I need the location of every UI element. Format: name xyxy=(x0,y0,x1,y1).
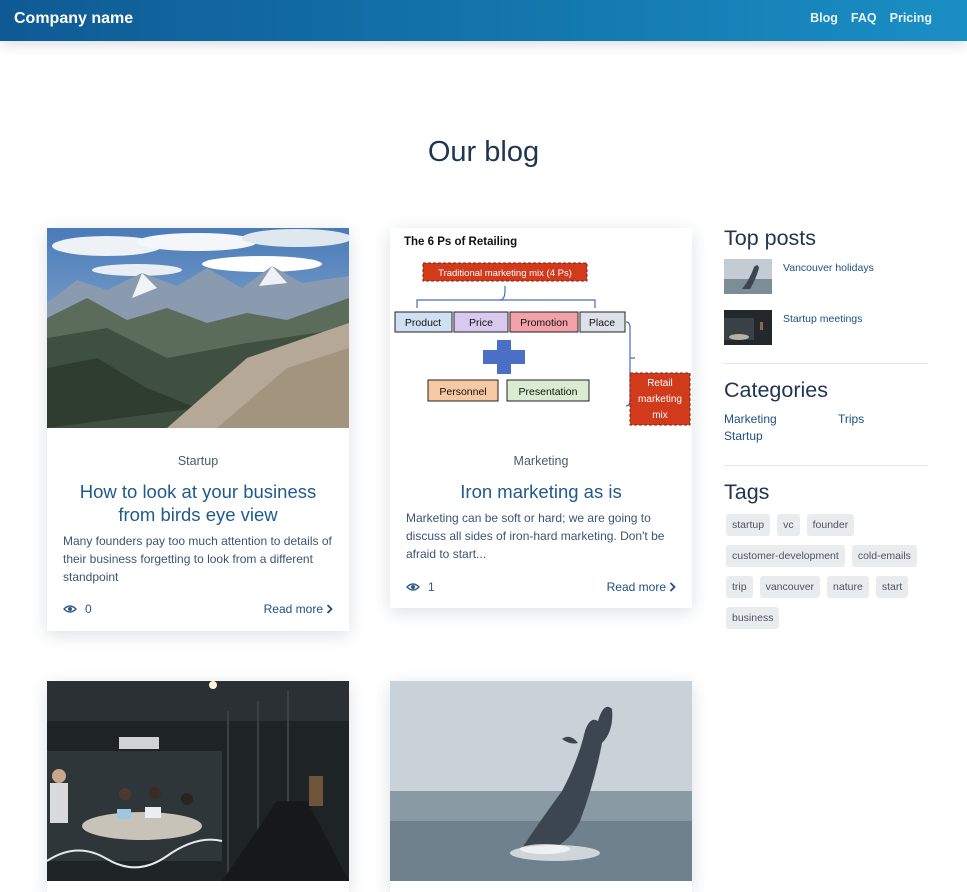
nav-link-blog[interactable]: Blog xyxy=(810,11,838,25)
divider xyxy=(724,363,928,364)
post-image-diagram[interactable]: The 6 Ps of Retailing Traditional market… xyxy=(390,228,692,428)
tag-start[interactable]: start xyxy=(875,576,909,598)
post-image-mountains[interactable] xyxy=(47,228,349,428)
nav-link-faq[interactable]: FAQ xyxy=(851,11,877,25)
nav-links: Blog FAQ Pricing xyxy=(810,11,932,25)
post-title[interactable]: Iron marketing as is xyxy=(406,480,676,503)
eye-icon xyxy=(63,605,77,613)
categories-heading: Categories xyxy=(724,378,828,402)
tag-startup[interactable]: startup xyxy=(726,514,771,536)
page-title: Our blog xyxy=(427,136,540,168)
read-more-link[interactable]: Read more xyxy=(607,580,676,594)
read-more-link[interactable]: Read more xyxy=(264,602,333,616)
blog-card: Startup How to look at your business fro… xyxy=(47,228,349,631)
tag-customer-development[interactable]: customer-development xyxy=(726,545,845,567)
top-post-item[interactable]: Vancouver holidays xyxy=(724,259,928,302)
whale-photo xyxy=(390,681,692,881)
eye-icon xyxy=(406,583,420,591)
blog-card xyxy=(390,681,692,892)
post-views: 0 xyxy=(63,602,92,616)
top-post-title[interactable]: Vancouver holidays xyxy=(783,262,874,274)
tag-nature[interactable]: nature xyxy=(827,576,869,598)
chevron-right-icon xyxy=(669,582,676,592)
category-link-startup[interactable]: Startup xyxy=(724,429,838,443)
brand-link[interactable]: Company name xyxy=(14,10,133,28)
diagram-product: Product xyxy=(405,317,441,329)
top-post-thumb-whale xyxy=(724,259,772,294)
blog-card: The 6 Ps of Retailing Traditional market… xyxy=(390,228,692,608)
diagram-personnel: Personnel xyxy=(439,386,486,398)
tag-cold-emails[interactable]: cold-emails xyxy=(851,545,917,567)
category-link-trips[interactable]: Trips xyxy=(838,412,928,426)
tag-vc[interactable]: vc xyxy=(777,514,800,536)
post-image-office[interactable] xyxy=(47,681,349,881)
diagram-price: Price xyxy=(469,317,493,329)
top-post-item[interactable]: Startup meetings xyxy=(724,310,928,353)
blog-card xyxy=(47,681,349,892)
post-category[interactable]: Startup xyxy=(63,454,333,468)
post-title[interactable]: How to look at your business from birds … xyxy=(63,480,333,526)
sidebar: Top posts Vancouver holidays Startup mee… xyxy=(724,226,928,629)
top-posts-heading: Top posts xyxy=(724,226,817,250)
post-excerpt: Many founders pay too much attention to … xyxy=(63,534,332,584)
category-link-marketing[interactable]: Marketing xyxy=(724,412,838,426)
tags-heading: Tags xyxy=(724,480,770,504)
views-count: 1 xyxy=(428,580,435,594)
post-image-whale[interactable] xyxy=(390,681,692,881)
top-navbar: Company name Blog FAQ Pricing xyxy=(0,0,967,41)
diagram-retail-3: mix xyxy=(652,410,668,421)
top-post-title[interactable]: Startup meetings xyxy=(783,313,862,325)
post-excerpt: Marketing can be soft or hard; we are go… xyxy=(406,511,665,561)
diagram-promotion: Promotion xyxy=(520,317,568,329)
views-count: 0 xyxy=(85,602,92,616)
divider xyxy=(724,465,928,466)
post-views: 1 xyxy=(406,580,435,594)
office-photo xyxy=(47,681,349,881)
chevron-right-icon xyxy=(326,604,333,614)
diagram-retail-1: Retail xyxy=(647,378,673,389)
read-more-label: Read more xyxy=(606,580,666,594)
tag-founder[interactable]: founder xyxy=(806,514,855,536)
tag-business[interactable]: business xyxy=(726,607,780,629)
tag-trip[interactable]: trip xyxy=(726,576,753,598)
read-more-label: Read more xyxy=(263,602,323,616)
mountain-photo xyxy=(47,228,349,428)
tag-vancouver[interactable]: vancouver xyxy=(759,576,821,598)
nav-link-pricing[interactable]: Pricing xyxy=(890,11,932,25)
diagram-place: Place xyxy=(589,317,615,329)
categories-list: Marketing Trips Startup xyxy=(724,412,928,443)
tags-list: startup vc founder customer-development … xyxy=(724,514,928,629)
diagram-presentation: Presentation xyxy=(519,386,578,398)
diagram-retail-2: marketing xyxy=(638,394,682,405)
diagram-title: The 6 Ps of Retailing xyxy=(404,236,517,248)
retailing-diagram: The 6 Ps of Retailing Traditional market… xyxy=(390,228,692,428)
post-category[interactable]: Marketing xyxy=(406,454,676,468)
diagram-traditional: Traditional marketing mix (4 Ps) xyxy=(438,268,572,279)
top-post-thumb-office xyxy=(724,310,772,345)
